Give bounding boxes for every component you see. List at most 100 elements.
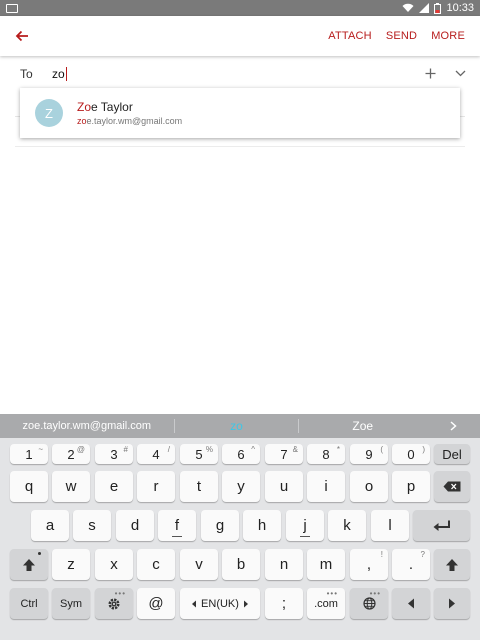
enter-key[interactable] [413, 510, 470, 541]
key-h[interactable]: h [243, 510, 281, 541]
shift-key[interactable] [10, 549, 48, 580]
wifi-icon [402, 3, 414, 12]
key-3[interactable]: 3 # [95, 444, 133, 464]
space-key[interactable]: EN(UK) [180, 588, 260, 619]
expand-predictions-button[interactable] [426, 414, 480, 438]
action-menu: ATTACH SEND MORE [321, 16, 480, 56]
prediction-2[interactable]: zo [175, 414, 299, 438]
more-options-dots: ••• [114, 589, 126, 598]
key-w[interactable]: w [52, 471, 90, 502]
key-t[interactable]: t [180, 471, 218, 502]
prediction-1[interactable]: zoe.taylor.wm@gmail.com [0, 414, 174, 438]
key-2[interactable]: 2 @ [52, 444, 90, 464]
shift-icon [446, 558, 458, 571]
sym-key[interactable]: Sym [52, 588, 90, 619]
key-z[interactable]: z [52, 549, 90, 580]
backspace-icon [443, 481, 461, 492]
send-button[interactable]: SEND [379, 16, 424, 56]
at-key[interactable]: @ [137, 588, 175, 619]
key-b[interactable]: b [222, 549, 260, 580]
key-period[interactable]: .? [392, 549, 430, 580]
key-v[interactable]: v [180, 549, 218, 580]
key-o[interactable]: o [350, 471, 388, 502]
key-n[interactable]: n [265, 549, 303, 580]
key-s[interactable]: s [73, 510, 111, 541]
to-field[interactable]: zo [52, 67, 67, 81]
key-j[interactable]: j [286, 510, 324, 541]
key-9[interactable]: 9( [350, 444, 388, 464]
contact-email-rest: e.taylor.wm@gmail.com [86, 116, 183, 126]
cursor-right-key[interactable] [434, 588, 470, 619]
more-options-dots: ••• [326, 589, 338, 598]
key-g[interactable]: g [201, 510, 239, 541]
avatar: Z [35, 99, 63, 127]
cursor-left-key[interactable] [392, 588, 430, 619]
key-a[interactable]: a [31, 510, 69, 541]
key-5[interactable]: 5% [180, 444, 218, 464]
globe-icon [362, 597, 376, 610]
gear-icon [108, 598, 120, 609]
text-cursor [65, 67, 67, 81]
language-key[interactable]: ••• [350, 588, 388, 619]
language-label: EN(UK) [201, 597, 239, 610]
keyboard: zoe.taylor.wm@gmail.com zo Zoe 1 ~ 2 @ 3 # … [0, 414, 480, 640]
battery-low-icon [434, 2, 442, 14]
add-recipient-button[interactable] [421, 64, 439, 82]
key-p[interactable]: p [392, 471, 430, 502]
key-0[interactable]: 0) [392, 444, 430, 464]
semicolon-key[interactable]: ; [265, 588, 303, 619]
app-bar: ATTACH SEND MORE [0, 16, 480, 56]
ctrl-key[interactable]: Ctrl [10, 588, 48, 619]
key-i[interactable]: i [307, 471, 345, 502]
key-1[interactable]: 1 ~ [10, 444, 48, 464]
key-x[interactable]: x [95, 549, 133, 580]
key-l[interactable]: l [371, 510, 409, 541]
key-comma[interactable]: ,! [350, 549, 388, 580]
plus-icon [425, 68, 435, 78]
key-u[interactable]: u [265, 471, 303, 502]
more-button[interactable]: MORE [424, 16, 480, 56]
key-6[interactable]: 6 ^ [222, 444, 260, 464]
signal-icon [419, 3, 430, 13]
contact-suggestion[interactable]: Z Zoe Taylor zoe.taylor.wm@gmail.com [20, 88, 460, 138]
key-q[interactable]: q [10, 471, 48, 502]
triangle-left-icon [408, 598, 414, 609]
contact-name-rest: e Taylor [91, 100, 133, 114]
back-button[interactable] [0, 16, 44, 56]
more-options-dots: ••• [369, 589, 381, 598]
arrow-left-icon [15, 30, 28, 42]
key-r[interactable]: r [137, 471, 175, 502]
attach-button[interactable]: ATTACH [321, 16, 379, 56]
shift-indicator [38, 552, 41, 555]
delete-key[interactable]: Del [434, 444, 470, 464]
key-k[interactable]: k [328, 510, 366, 541]
contact-name: Zoe Taylor [77, 100, 133, 114]
shift-key-right[interactable] [434, 549, 470, 580]
prediction-3[interactable]: Zoe [299, 414, 426, 438]
backspace-key[interactable] [434, 471, 470, 502]
divider [15, 146, 465, 147]
to-label: To [20, 67, 33, 81]
triangle-right-icon [449, 598, 455, 609]
to-field-value: zo [52, 67, 65, 81]
key-8[interactable]: 8 * [307, 444, 345, 464]
key-y[interactable]: y [222, 471, 260, 502]
settings-key[interactable]: ••• [95, 588, 133, 619]
prediction-bar: zoe.taylor.wm@gmail.com zo Zoe [0, 414, 480, 438]
key-7[interactable]: 7 & [265, 444, 303, 464]
key-f[interactable]: f [158, 510, 196, 541]
expand-recipients-button[interactable] [451, 64, 469, 82]
key-e[interactable]: e [95, 471, 133, 502]
dotcom-key[interactable]: .com ••• [307, 588, 345, 619]
home-row-marker [172, 536, 182, 537]
status-bar: 10:33 [0, 0, 480, 16]
enter-icon [433, 520, 450, 531]
shift-icon [23, 558, 35, 571]
triangle-right-icon [243, 600, 248, 607]
status-time: 10:33 [446, 2, 474, 14]
to-row: To zo [0, 62, 480, 86]
key-4[interactable]: 4/ [137, 444, 175, 464]
key-m[interactable]: m [307, 549, 345, 580]
key-c[interactable]: c [137, 549, 175, 580]
key-d[interactable]: d [116, 510, 154, 541]
